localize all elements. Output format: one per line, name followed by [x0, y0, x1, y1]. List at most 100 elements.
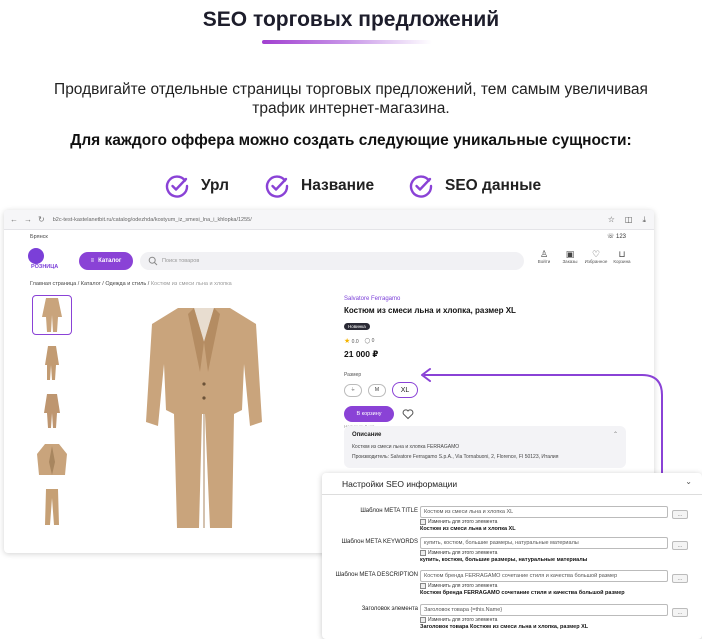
add-to-cart-button[interactable]: В корзину — [344, 406, 394, 422]
feature-label: Урл — [201, 177, 229, 194]
trousers-image — [45, 489, 59, 525]
size-option-l[interactable]: L — [344, 383, 362, 397]
description-maker: Производитель: Salvatore Ferragamo S.p.A… — [352, 454, 559, 460]
city-selector[interactable]: Брянск — [30, 234, 48, 240]
cart-icon: ⊔ — [618, 249, 626, 259]
favorites-link[interactable]: ♡ Избранное — [583, 249, 609, 264]
suit-side-image — [45, 346, 59, 380]
element-heading-input[interactable]: Заголовок товара {=this.Name} — [420, 604, 668, 616]
chevron-up-icon[interactable]: ⌃ — [613, 431, 618, 438]
breadcrumb-item[interactable]: Одежда и стиль — [105, 281, 146, 287]
checkbox-icon — [420, 617, 426, 623]
breadcrumb: Главная страница / Каталог / Одежда и ст… — [30, 281, 232, 287]
browser-url-bar: ← → ↻ b2c-test-kastelanetbit.ru/catalog/… — [4, 210, 654, 230]
box-icon: ▣ — [565, 249, 575, 259]
seo-panel-header[interactable]: Настройки SEO информации ⌄ — [322, 473, 702, 495]
catalog-label: Каталог — [98, 258, 122, 264]
feature-label: SEO данные — [445, 177, 542, 194]
thumbnail-1[interactable] — [32, 295, 72, 335]
store-logo[interactable]: РОЗНИЦА — [28, 248, 68, 272]
product-brand[interactable]: Salvatore Ferragamo — [344, 296, 644, 302]
seo-panel-title: Настройки SEO информации — [342, 478, 458, 489]
login-link[interactable]: ♙ Войти — [531, 249, 557, 264]
forward-icon[interactable]: → — [24, 215, 32, 224]
phone-selector[interactable]: ☏ 123 — [607, 233, 626, 240]
page-subtitle: Продвигайте отдельные страницы торговых … — [54, 81, 648, 117]
description-text: Костюм из смеси льна и хлопка FERRAGAMO — [352, 444, 460, 450]
size-label: Размер — [344, 372, 362, 378]
field-result: купить, костюм, большие размеры, натурал… — [420, 557, 588, 563]
field-label: Заголовок элемента — [361, 606, 418, 612]
product-main-image — [146, 308, 262, 528]
user-icon: ♙ — [539, 249, 549, 259]
check-circle-icon — [409, 175, 433, 198]
orders-link[interactable]: ▣ Заказы — [557, 249, 583, 264]
chevron-down-icon[interactable]: ⌄ — [685, 477, 692, 486]
template-button[interactable]: ... — [672, 608, 688, 617]
title-underline — [262, 40, 432, 44]
thumbnail-2[interactable] — [32, 343, 72, 383]
breadcrumb-item[interactable]: Главная страница — [30, 281, 76, 287]
suit-back-image — [44, 394, 60, 428]
template-button[interactable]: ... — [672, 574, 688, 583]
comment-icon: ◯ — [364, 338, 371, 344]
override-checkbox[interactable]: Изменить для этого элемента — [420, 519, 497, 525]
menu-icon: ≡ — [90, 258, 95, 264]
logo-text: РОЗНИЦА — [31, 264, 59, 270]
product-price: 21 000 ₽ — [344, 349, 379, 359]
meta-description-input[interactable]: Костюм бренда FERRAGAMO сочетание стиля … — [420, 570, 668, 582]
override-checkbox[interactable]: Изменить для этого элемента — [420, 617, 497, 623]
feature-name: Название — [265, 172, 374, 200]
reload-icon[interactable]: ↻ — [38, 215, 45, 224]
thumbnail-5[interactable] — [32, 487, 72, 527]
page-title: SEO торговых предложений — [202, 8, 500, 31]
back-icon[interactable]: ← — [10, 215, 18, 224]
download-icon[interactable]: ⤓ — [642, 215, 646, 225]
checkbox-icon — [420, 519, 426, 525]
checkbox-icon — [420, 583, 426, 589]
field-result: Костюм из смеси льна и хлопка XL — [420, 526, 516, 532]
logo-mark — [28, 248, 44, 264]
header-icons: ♙ Войти ▣ Заказы ♡ Избранное ⊔ Корзина — [531, 249, 635, 264]
product-rating: ★ 0.0 ◯ 0 — [344, 338, 375, 345]
description-title: Описание — [352, 432, 382, 438]
breadcrumb-item[interactable]: Каталог — [81, 281, 101, 287]
jacket-image — [37, 444, 67, 475]
override-checkbox[interactable]: Изменить для этого элемента — [420, 550, 497, 556]
field-label: Шаблон META KEYWORDS — [341, 539, 418, 545]
search-placeholder: Поиск товаров — [162, 258, 200, 264]
catalog-button[interactable]: ≡ Каталог — [79, 252, 133, 270]
size-option-xl[interactable]: XL — [392, 382, 418, 398]
cart-link[interactable]: ⊔ Корзина — [609, 249, 635, 264]
feature-url: Урл — [165, 172, 229, 200]
checkbox-icon — [420, 550, 426, 556]
meta-keywords-input[interactable]: купить, костюм, большие размеры, натурал… — [420, 537, 668, 549]
template-button[interactable]: ... — [672, 541, 688, 550]
size-option-m[interactable]: M — [368, 383, 386, 397]
field-label: Шаблон META DESCRIPTION — [335, 572, 418, 578]
search-input[interactable]: Поиск товаров — [140, 252, 524, 270]
description-panel[interactable]: Описание ⌃ Костюм из смеси льна и хлопка… — [344, 426, 626, 468]
feature-list: Урл Название SEO данные — [0, 172, 702, 200]
star-icon: ★ — [344, 338, 351, 345]
feature-seo-data: SEO данные — [409, 172, 541, 200]
extensions-icon[interactable]: ◫ — [625, 215, 633, 225]
meta-title-input[interactable]: Костюм из смеси льна и хлопка XL — [420, 506, 668, 518]
override-checkbox[interactable]: Изменить для этого элемента — [420, 583, 497, 589]
favorite-heart-icon[interactable] — [402, 408, 414, 420]
product-info: Salvatore Ferragamo Костюм из смеси льна… — [344, 296, 644, 429]
template-button[interactable]: ... — [672, 510, 688, 519]
store-header: РОЗНИЦА ≡ Каталог Поиск товаров ♙ Войти ▣… — [4, 246, 654, 276]
seo-settings-panel: Настройки SEO информации ⌄ Шаблон META T… — [322, 473, 702, 639]
thumbnail-4[interactable] — [32, 439, 72, 479]
address-field[interactable]: b2c-test-kastelanetbit.ru/catalog/odezhd… — [53, 217, 252, 223]
thumbnail-3[interactable] — [32, 391, 72, 431]
page: SEO торговых предложений Продвигайте отд… — [0, 0, 702, 639]
star-icon[interactable]: ☆ — [608, 215, 615, 225]
size-options: L M XL — [344, 382, 644, 398]
field-result: Костюм бренда FERRAGAMO сочетание стиля … — [420, 590, 625, 596]
breadcrumb-current: Костюм из смеси льна и хлопка — [150, 281, 232, 287]
check-circle-icon — [265, 175, 289, 198]
feature-label: Название — [301, 177, 375, 194]
store-topline: Брянск ☏ 123 — [4, 230, 654, 244]
